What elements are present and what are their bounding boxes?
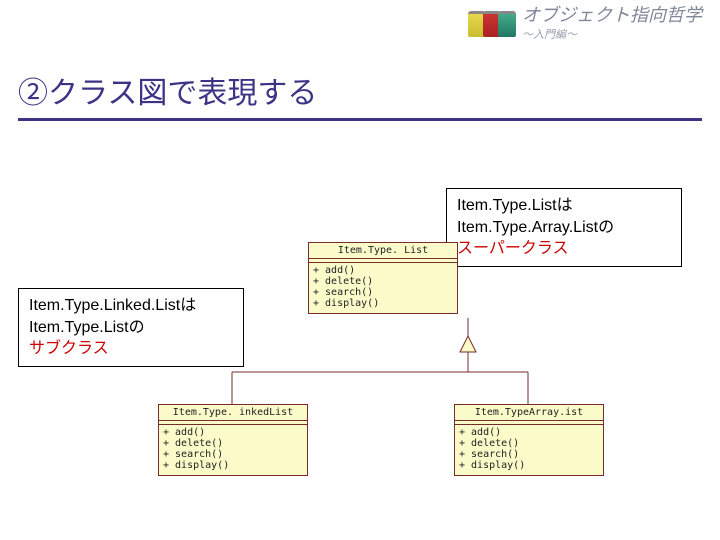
uml-operations: + add() + delete() + search() + display(… bbox=[455, 425, 603, 475]
uml-class-name: Item.TypeArray.ist bbox=[455, 405, 603, 421]
cans-icon bbox=[468, 11, 516, 37]
uml-class-name: Item.Type. inkedList bbox=[159, 405, 307, 421]
slide-title: ②クラス図で表現する bbox=[18, 68, 702, 121]
note-line-red: サブクラス bbox=[29, 338, 233, 360]
header-title: オブジェクト指向哲学 bbox=[522, 6, 702, 26]
slide-title-wrap: ②クラス図で表現する bbox=[18, 68, 702, 121]
header-logo: オブジェクト指向哲学 ～入門編～ bbox=[468, 6, 702, 42]
uml-class-name: Item.Type. List bbox=[309, 243, 457, 259]
note-line: Item.Type.Linked.Listは bbox=[29, 295, 233, 317]
uml-class-linkedlist: Item.Type. inkedList + add() + delete() … bbox=[158, 404, 308, 476]
generalization-arrowhead-icon bbox=[460, 336, 476, 352]
uml-class-parent: Item.Type. List + add() + delete() + sea… bbox=[308, 242, 458, 314]
uml-operations: + add() + delete() + search() + display(… bbox=[309, 263, 457, 313]
note-subclass: Item.Type.Linked.Listは Item.Type.Listの サ… bbox=[18, 288, 244, 367]
header-subtitle: ～入門編～ bbox=[522, 26, 702, 42]
note-line: Item.Type.Listの bbox=[29, 317, 233, 339]
uml-class-arraylist: Item.TypeArray.ist + add() + delete() + … bbox=[454, 404, 604, 476]
header-text: オブジェクト指向哲学 ～入門編～ bbox=[522, 6, 702, 42]
uml-operations: + add() + delete() + search() + display(… bbox=[159, 425, 307, 475]
note-superclass: Item.Type.Listは Item.Type.Array.Listの スー… bbox=[446, 188, 682, 267]
note-line: Item.Type.Array.Listの bbox=[457, 217, 671, 239]
note-line-red: スーパークラス bbox=[457, 238, 671, 260]
note-line: Item.Type.Listは bbox=[457, 195, 671, 217]
